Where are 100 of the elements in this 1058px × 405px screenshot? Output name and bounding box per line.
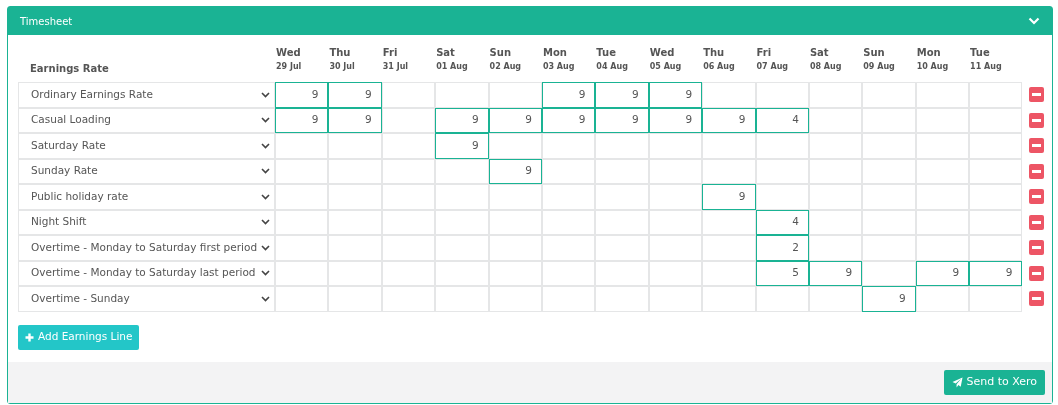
hours-input[interactable]: 5 bbox=[755, 260, 809, 286]
hours-input[interactable] bbox=[328, 286, 382, 312]
hours-input[interactable] bbox=[969, 133, 1023, 159]
remove-row-button[interactable] bbox=[1028, 265, 1044, 281]
hours-input[interactable] bbox=[381, 235, 436, 261]
hours-input[interactable] bbox=[862, 107, 916, 133]
remove-row-button[interactable] bbox=[1028, 87, 1044, 103]
hours-input[interactable] bbox=[541, 158, 596, 184]
rate-dropdown[interactable]: Night Shift bbox=[18, 209, 275, 235]
hours-input[interactable] bbox=[595, 209, 649, 235]
hours-input[interactable]: 2 bbox=[755, 235, 809, 261]
hours-input[interactable] bbox=[915, 158, 970, 184]
hours-input[interactable] bbox=[755, 133, 809, 159]
hours-input[interactable] bbox=[969, 286, 1023, 312]
hours-input[interactable] bbox=[808, 209, 863, 235]
hours-input[interactable] bbox=[915, 286, 970, 312]
hours-input[interactable] bbox=[435, 260, 489, 286]
hours-input[interactable] bbox=[595, 133, 649, 159]
hours-input[interactable] bbox=[702, 133, 756, 159]
rate-dropdown[interactable]: Saturday Rate bbox=[18, 133, 275, 159]
hours-input[interactable] bbox=[702, 286, 756, 312]
hours-input[interactable] bbox=[755, 158, 809, 184]
hours-input[interactable] bbox=[381, 133, 436, 159]
hours-input[interactable]: 9 bbox=[488, 158, 542, 184]
remove-row-button[interactable] bbox=[1028, 291, 1044, 307]
hours-input[interactable] bbox=[275, 158, 329, 184]
hours-input[interactable] bbox=[381, 107, 436, 133]
rate-dropdown[interactable]: Ordinary Earnings Rate bbox=[18, 82, 275, 108]
rate-dropdown[interactable]: Casual Loading bbox=[18, 107, 275, 133]
hours-input[interactable] bbox=[541, 260, 596, 286]
hours-input[interactable] bbox=[862, 260, 916, 286]
hours-input[interactable] bbox=[808, 286, 863, 312]
hours-input[interactable] bbox=[915, 107, 970, 133]
hours-input[interactable] bbox=[488, 133, 542, 159]
hours-input[interactable] bbox=[915, 184, 970, 210]
hours-input[interactable] bbox=[328, 133, 382, 159]
hours-input[interactable] bbox=[648, 235, 703, 261]
hours-input[interactable] bbox=[488, 209, 542, 235]
hours-input[interactable]: 4 bbox=[755, 209, 809, 235]
hours-input[interactable] bbox=[595, 158, 649, 184]
hours-input[interactable] bbox=[595, 260, 649, 286]
hours-input[interactable] bbox=[435, 82, 489, 108]
hours-input[interactable] bbox=[862, 133, 916, 159]
hours-input[interactable]: 9 bbox=[541, 107, 596, 133]
remove-row-button[interactable] bbox=[1028, 240, 1044, 256]
hours-input[interactable] bbox=[275, 184, 329, 210]
hours-input[interactable] bbox=[541, 184, 596, 210]
hours-input[interactable]: 9 bbox=[702, 107, 756, 133]
hours-input[interactable] bbox=[969, 107, 1023, 133]
hours-input[interactable] bbox=[275, 133, 329, 159]
hours-input[interactable] bbox=[915, 209, 970, 235]
hours-input[interactable] bbox=[702, 209, 756, 235]
hours-input[interactable] bbox=[541, 235, 596, 261]
chevron-icon[interactable] bbox=[1028, 17, 1040, 25]
hours-input[interactable] bbox=[541, 209, 596, 235]
hours-input[interactable] bbox=[648, 184, 703, 210]
hours-input[interactable] bbox=[862, 235, 916, 261]
hours-input[interactable] bbox=[808, 82, 863, 108]
hours-input[interactable]: 9 bbox=[435, 133, 489, 159]
hours-input[interactable] bbox=[381, 286, 436, 312]
hours-input[interactable] bbox=[488, 82, 542, 108]
hours-input[interactable] bbox=[969, 158, 1023, 184]
hours-input[interactable] bbox=[328, 260, 382, 286]
hours-input[interactable] bbox=[755, 286, 809, 312]
hours-input[interactable] bbox=[541, 133, 596, 159]
hours-input[interactable] bbox=[275, 286, 329, 312]
hours-input[interactable] bbox=[808, 133, 863, 159]
hours-input[interactable] bbox=[648, 260, 703, 286]
hours-input[interactable] bbox=[595, 184, 649, 210]
hours-input[interactable] bbox=[275, 235, 329, 261]
rate-dropdown[interactable]: Overtime - Sunday bbox=[18, 286, 275, 312]
hours-input[interactable] bbox=[541, 286, 596, 312]
hours-input[interactable]: 4 bbox=[755, 107, 809, 133]
hours-input[interactable] bbox=[702, 260, 756, 286]
hours-input[interactable] bbox=[702, 158, 756, 184]
hours-input[interactable] bbox=[328, 158, 382, 184]
hours-input[interactable] bbox=[862, 209, 916, 235]
hours-input[interactable]: 9 bbox=[595, 82, 649, 108]
remove-row-button[interactable] bbox=[1028, 189, 1044, 205]
hours-input[interactable] bbox=[915, 235, 970, 261]
hours-input[interactable] bbox=[435, 235, 489, 261]
hours-input[interactable] bbox=[435, 184, 489, 210]
rate-dropdown[interactable]: Overtime - Monday to Saturday last period bbox=[18, 260, 275, 286]
hours-input[interactable] bbox=[488, 184, 542, 210]
hours-input[interactable]: 9 bbox=[648, 107, 703, 133]
remove-row-button[interactable] bbox=[1028, 138, 1044, 154]
hours-input[interactable] bbox=[435, 158, 489, 184]
hours-input[interactable] bbox=[862, 82, 916, 108]
hours-input[interactable] bbox=[808, 107, 863, 133]
hours-input[interactable] bbox=[915, 82, 970, 108]
hours-input[interactable] bbox=[648, 209, 703, 235]
hours-input[interactable] bbox=[755, 184, 809, 210]
hours-input[interactable] bbox=[328, 235, 382, 261]
remove-row-button[interactable] bbox=[1028, 163, 1044, 179]
remove-row-button[interactable] bbox=[1028, 214, 1044, 230]
hours-input[interactable]: 9 bbox=[275, 82, 329, 108]
hours-input[interactable] bbox=[488, 235, 542, 261]
hours-input[interactable] bbox=[702, 235, 756, 261]
hours-input[interactable] bbox=[381, 209, 436, 235]
hours-input[interactable]: 9 bbox=[648, 82, 703, 108]
